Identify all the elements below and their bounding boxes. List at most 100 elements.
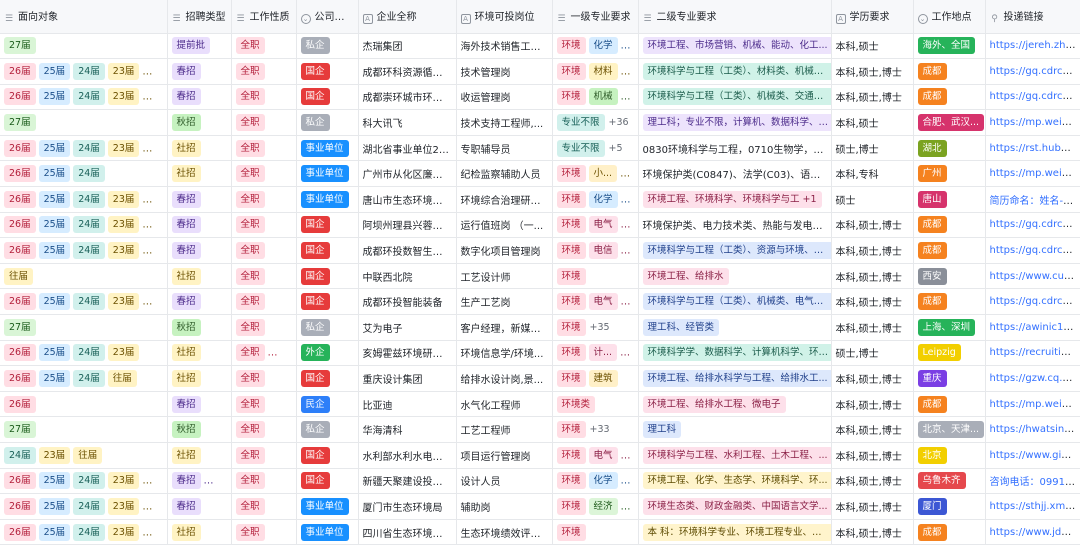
cell-company-name[interactable]: 厦门市生态环境局: [358, 494, 456, 520]
cell-degree[interactable]: 本科,专科: [831, 161, 913, 187]
table-row[interactable]: 26届25届24届23届往届社招全职事业单位湖北省事业单位20...专职辅导员专…: [0, 135, 1080, 161]
table-row[interactable]: 27届提前批全职私企杰瑞集团海外技术销售工程...环境化学+2环境工程、市场营销…: [0, 33, 1080, 59]
cell-recruit-type[interactable]: 春招: [167, 391, 231, 417]
apply-link[interactable]: https://gzw.cq.gov....: [990, 373, 1080, 384]
cell-position[interactable]: 收运管理岗: [456, 84, 552, 110]
apply-link[interactable]: https://awinic1.zhiy...: [990, 322, 1080, 333]
cell-major-level2[interactable]: 环境科学与工程（工类）、材料类、机械类、...: [638, 59, 831, 85]
cell-job-nature[interactable]: 全职: [231, 110, 296, 136]
column-header[interactable]: ☰工作性质: [231, 0, 296, 33]
cell-major-level1[interactable]: 环境建筑: [552, 366, 638, 392]
cell-audience[interactable]: 26届25届24届往届: [0, 366, 167, 392]
cell-apply-link[interactable]: 咨询电话：0991-75...: [985, 468, 1080, 494]
cell-position[interactable]: 运行值班岗 （一...: [456, 212, 552, 238]
cell-position[interactable]: 生产工艺岗: [456, 289, 552, 315]
cell-recruit-type[interactable]: 春招: [167, 187, 231, 213]
cell-audience[interactable]: 24届23届往届: [0, 443, 167, 469]
cell-apply-link[interactable]: https://gq.cdrchr.c...: [985, 212, 1080, 238]
cell-major-level1[interactable]: 环境电气+2: [552, 443, 638, 469]
apply-link[interactable]: https://gq.cdrchr.c...: [990, 245, 1080, 256]
cell-major-level1[interactable]: 环境+33: [552, 417, 638, 443]
cell-location[interactable]: Leipzig: [913, 340, 985, 366]
cell-location[interactable]: 广州: [913, 161, 985, 187]
cell-major-level1[interactable]: 环境电气+5: [552, 212, 638, 238]
cell-recruit-type[interactable]: 社招: [167, 519, 231, 545]
cell-location[interactable]: 北京、天津...: [913, 417, 985, 443]
cell-degree[interactable]: 本科,硕士: [831, 33, 913, 59]
cell-company-type[interactable]: 事业单位: [296, 519, 358, 545]
cell-major-level2[interactable]: 理工科、经管类: [638, 315, 831, 341]
cell-company-name[interactable]: 广州市从化区廉政...: [358, 161, 456, 187]
cell-apply-link[interactable]: https://sthjj.xm.gov...: [985, 494, 1080, 520]
column-header[interactable]: A企业全称: [358, 0, 456, 33]
cell-location[interactable]: 成都: [913, 238, 985, 264]
cell-location[interactable]: 成都: [913, 519, 985, 545]
cell-position[interactable]: 给排水设计岗,景...: [456, 366, 552, 392]
cell-recruit-type[interactable]: 春招: [167, 212, 231, 238]
cell-position[interactable]: 技术管理岗: [456, 59, 552, 85]
cell-location[interactable]: 北京: [913, 443, 985, 469]
cell-job-nature[interactable]: 全职: [231, 212, 296, 238]
apply-link[interactable]: https://gq.cdrchr.c...: [990, 66, 1080, 77]
cell-apply-link[interactable]: https://mp.weixin.q...: [985, 391, 1080, 417]
cell-company-name[interactable]: 比亚迪: [358, 391, 456, 417]
cell-major-level2[interactable]: 环境工程、环境科学、环境科学与工 +1: [638, 187, 831, 213]
cell-major-level2[interactable]: 0830环境科学与工程，0710生物学，081...: [638, 135, 831, 161]
cell-apply-link[interactable]: https://gq.cdrchr.c...: [985, 238, 1080, 264]
cell-apply-link[interactable]: https://hwatsing1.z...: [985, 417, 1080, 443]
apply-link[interactable]: https://www.cuced....: [990, 271, 1080, 282]
cell-job-nature[interactable]: 全职: [231, 315, 296, 341]
cell-company-name[interactable]: 湖北省事业单位20...: [358, 135, 456, 161]
cell-location[interactable]: 唐山: [913, 187, 985, 213]
cell-apply-link[interactable]: https://www.jdpta.c...: [985, 519, 1080, 545]
cell-degree[interactable]: 本科,硕士,博士: [831, 59, 913, 85]
cell-major-level1[interactable]: 环境+35: [552, 315, 638, 341]
cell-job-nature[interactable]: 全职: [231, 135, 296, 161]
cell-position[interactable]: 海外技术销售工程...: [456, 33, 552, 59]
cell-job-nature[interactable]: 全职: [231, 238, 296, 264]
cell-location[interactable]: 乌鲁木齐: [913, 468, 985, 494]
cell-location[interactable]: 成都: [913, 391, 985, 417]
cell-degree[interactable]: 硕士: [831, 187, 913, 213]
table-row[interactable]: 26届25届24届往届社招全职国企重庆设计集团给排水设计岗,景...环境建筑环境…: [0, 366, 1080, 392]
cell-apply-link[interactable]: https://gzw.cq.gov....: [985, 366, 1080, 392]
apply-link[interactable]: https://jereh.zhiye....: [990, 40, 1080, 51]
cell-job-nature[interactable]: 全职: [231, 84, 296, 110]
cell-major-level1[interactable]: 环境化学+2: [552, 187, 638, 213]
column-header[interactable]: A环境可投岗位: [456, 0, 552, 33]
cell-position[interactable]: 技术支持工程师,...: [456, 110, 552, 136]
cell-recruit-type[interactable]: 社招: [167, 263, 231, 289]
cell-recruit-type[interactable]: 秋招: [167, 417, 231, 443]
cell-location[interactable]: 上海、深圳: [913, 315, 985, 341]
cell-degree[interactable]: 硕士,博士: [831, 340, 913, 366]
cell-company-name[interactable]: 成都环投智能装备: [358, 289, 456, 315]
table-row[interactable]: 26届25届24届23届往届春招全职事业单位唐山市生态环境宣...环境综合治理研…: [0, 187, 1080, 213]
cell-company-type[interactable]: 事业单位: [296, 187, 358, 213]
cell-apply-link[interactable]: https://mp.weixin.q...: [985, 110, 1080, 136]
cell-audience[interactable]: 26届: [0, 391, 167, 417]
apply-link[interactable]: https://gq.cdrchr.c...: [990, 91, 1080, 102]
cell-company-type[interactable]: 事业单位: [296, 135, 358, 161]
cell-position[interactable]: 项目运行管理岗: [456, 443, 552, 469]
cell-degree[interactable]: 本科,硕士,博士: [831, 391, 913, 417]
cell-major-level2[interactable]: 环境科学与工程（工类）、机械类、交通运输...: [638, 84, 831, 110]
cell-major-level1[interactable]: 环境: [552, 519, 638, 545]
cell-degree[interactable]: 本科,硕士,博士: [831, 494, 913, 520]
cell-degree[interactable]: 本科,硕士,博士: [831, 289, 913, 315]
cell-audience[interactable]: 26届25届24届23届往届: [0, 135, 167, 161]
cell-job-nature[interactable]: 全职: [231, 417, 296, 443]
cell-major-level2[interactable]: 环境科学学、数据科学、计算机科学、环境...: [638, 340, 831, 366]
cell-job-nature[interactable]: 全职: [231, 494, 296, 520]
cell-degree[interactable]: 本科,硕士,博士: [831, 315, 913, 341]
cell-major-level2[interactable]: 理工科；专业不限，计算机、数据科学、A...: [638, 110, 831, 136]
cell-degree[interactable]: 本科,硕士,博士: [831, 519, 913, 545]
cell-degree[interactable]: 本科,硕士,博士: [831, 417, 913, 443]
table-row[interactable]: 26届春招全职民企比亚迪水气化工程师环境类环境工程、给排水工程、微电子本科,硕士…: [0, 391, 1080, 417]
cell-recruit-type[interactable]: 社招: [167, 443, 231, 469]
cell-degree[interactable]: 本科,硕士,博士: [831, 84, 913, 110]
cell-major-level2[interactable]: 本 科：环境科学专业、环境工程专业、环...: [638, 519, 831, 545]
cell-audience[interactable]: 27届: [0, 417, 167, 443]
cell-company-type[interactable]: 国企: [296, 59, 358, 85]
cell-company-type[interactable]: 事业单位: [296, 494, 358, 520]
cell-company-name[interactable]: 杰瑞集团: [358, 33, 456, 59]
